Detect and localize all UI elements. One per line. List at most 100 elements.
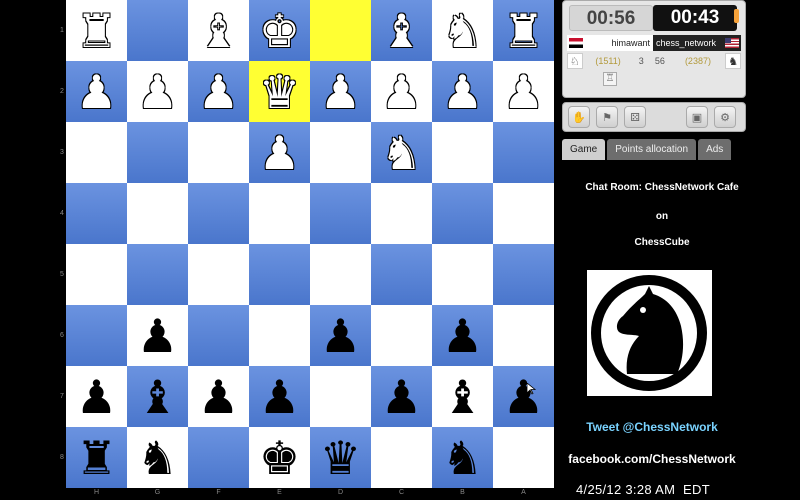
white-rook-icon[interactable]: ♜ [66,0,127,61]
board-square[interactable] [493,244,554,305]
knight-logo-icon [591,275,707,391]
player-right[interactable]: chess_network [653,35,741,51]
black-knight-icon[interactable]: ♞ [127,427,188,488]
white-king-icon[interactable]: ♚ [249,0,310,61]
black-pawn-icon[interactable]: ♟ [66,366,127,427]
board-square[interactable] [188,183,249,244]
tab-points-allocation[interactable]: Points allocation [607,139,697,160]
file-label: G [154,489,161,496]
white-pawn-icon[interactable]: ♟ [371,61,432,122]
timestamp-date: 4/25/12 [576,482,622,497]
board-square[interactable] [66,244,127,305]
board-square[interactable] [493,305,554,366]
board-square[interactable] [310,244,371,305]
white-clock: 00:56 [569,5,653,31]
save-icon[interactable]: ▣ [686,106,708,128]
white-pawn-icon[interactable]: ♟ [188,61,249,122]
board-square[interactable] [66,183,127,244]
white-bishop-icon[interactable]: ♝ [371,0,432,61]
tab-game[interactable]: Game [562,139,606,160]
board-square[interactable] [310,122,371,183]
black-pawn-icon[interactable]: ♟ [249,366,310,427]
white-knight-icon[interactable]: ♞ [432,0,493,61]
board-square[interactable] [493,427,554,488]
board-square[interactable] [371,427,432,488]
player-left-score: 3 [638,56,644,66]
board-square[interactable] [127,183,188,244]
board-square[interactable] [127,244,188,305]
turn-indicator [734,9,739,23]
rank-label: 8 [60,454,64,461]
rank-label: 1 [60,27,64,34]
facebook-link[interactable]: facebook.com/ChessNetwork [562,452,742,466]
black-pawn-icon[interactable]: ♟ [432,305,493,366]
black-pawn-icon[interactable]: ♟ [188,366,249,427]
board-square[interactable] [493,122,554,183]
black-pawn-icon[interactable]: ♟ [127,305,188,366]
board-square[interactable] [493,183,554,244]
white-pawn-icon[interactable]: ♟ [127,61,188,122]
white-pawn-icon[interactable]: ♟ [249,122,310,183]
black-pawn-icon[interactable]: ♟ [310,305,371,366]
black-knight-avatar-icon: ♞ [725,53,741,69]
board-square[interactable] [127,122,188,183]
white-pawn-icon[interactable]: ♟ [432,61,493,122]
black-bishop-icon[interactable]: ♝ [432,366,493,427]
resign-icon[interactable]: ⚑ [596,106,618,128]
rank-label: 5 [60,271,64,278]
black-rook-icon[interactable]: ♜ [66,427,127,488]
black-queen-icon[interactable]: ♛ [310,427,371,488]
file-label: A [521,489,526,496]
board-square[interactable] [188,427,249,488]
file-label: E [277,489,282,496]
board-square[interactable] [432,183,493,244]
handshake-icon[interactable]: ✋ [568,106,590,128]
board-square[interactable] [127,0,188,61]
black-pawn-icon[interactable]: ♟ [493,366,554,427]
dice-icon[interactable]: ⚄ [624,106,646,128]
board-square[interactable] [249,183,310,244]
board-square[interactable] [188,305,249,366]
rank-label: 6 [60,332,64,339]
board-square[interactable] [66,305,127,366]
settings-icon[interactable]: ⚙ [714,106,736,128]
rank-label: 7 [60,393,64,400]
twitter-handle[interactable]: Tweet @ChessNetwork [562,420,742,434]
board-square[interactable] [371,244,432,305]
timestamp: 4/25/12 3:28 AM EDT [576,482,710,497]
chess-board[interactable]: ♜ ♝ ♚ ♝ ♞ ♜ ♟ ♟ ♟ ♛ ♟ ♟ ♟ ♟ ♟ ♞ ♟ ♟ ♟ ♟ ♝ ♟ ♟ ♟ ♝ ♟ ♜ ♞ ♚ ♛ ♞ [66,0,554,488]
chat-room-site: ChessCube [634,237,690,248]
black-king-icon[interactable]: ♚ [249,427,310,488]
timestamp-time: 3:28 AM [625,482,676,497]
board-square[interactable] [249,305,310,366]
board-square[interactable] [432,244,493,305]
white-knight-icon[interactable]: ♞ [371,122,432,183]
black-bishop-icon[interactable]: ♝ [127,366,188,427]
white-pawn-icon[interactable]: ♟ [66,61,127,122]
board-square[interactable] [310,183,371,244]
white-bishop-icon[interactable]: ♝ [188,0,249,61]
board-square[interactable] [371,305,432,366]
black-pawn-icon[interactable]: ♟ [371,366,432,427]
board-square[interactable] [188,122,249,183]
board-square[interactable] [310,0,371,61]
board-square[interactable] [188,244,249,305]
tab-ads[interactable]: Ads [698,139,732,160]
board-square[interactable] [432,122,493,183]
board-square[interactable] [66,122,127,183]
white-queen-icon[interactable]: ♛ [249,61,310,122]
white-rook-icon[interactable]: ♜ [493,0,554,61]
black-knight-icon[interactable]: ♞ [432,427,493,488]
panel-tabs: Game Points allocation Ads [562,139,732,160]
white-pawn-icon[interactable]: ♟ [493,61,554,122]
board-square[interactable] [310,366,371,427]
file-label: H [93,489,100,496]
file-label: F [216,489,221,496]
player-left[interactable]: himawant [567,35,653,51]
board-square[interactable] [249,244,310,305]
timestamp-zone: EDT [683,482,710,497]
file-label: B [460,489,465,496]
white-knight-avatar-icon: ♘ [567,53,583,69]
white-pawn-icon[interactable]: ♟ [310,61,371,122]
board-square[interactable] [371,183,432,244]
